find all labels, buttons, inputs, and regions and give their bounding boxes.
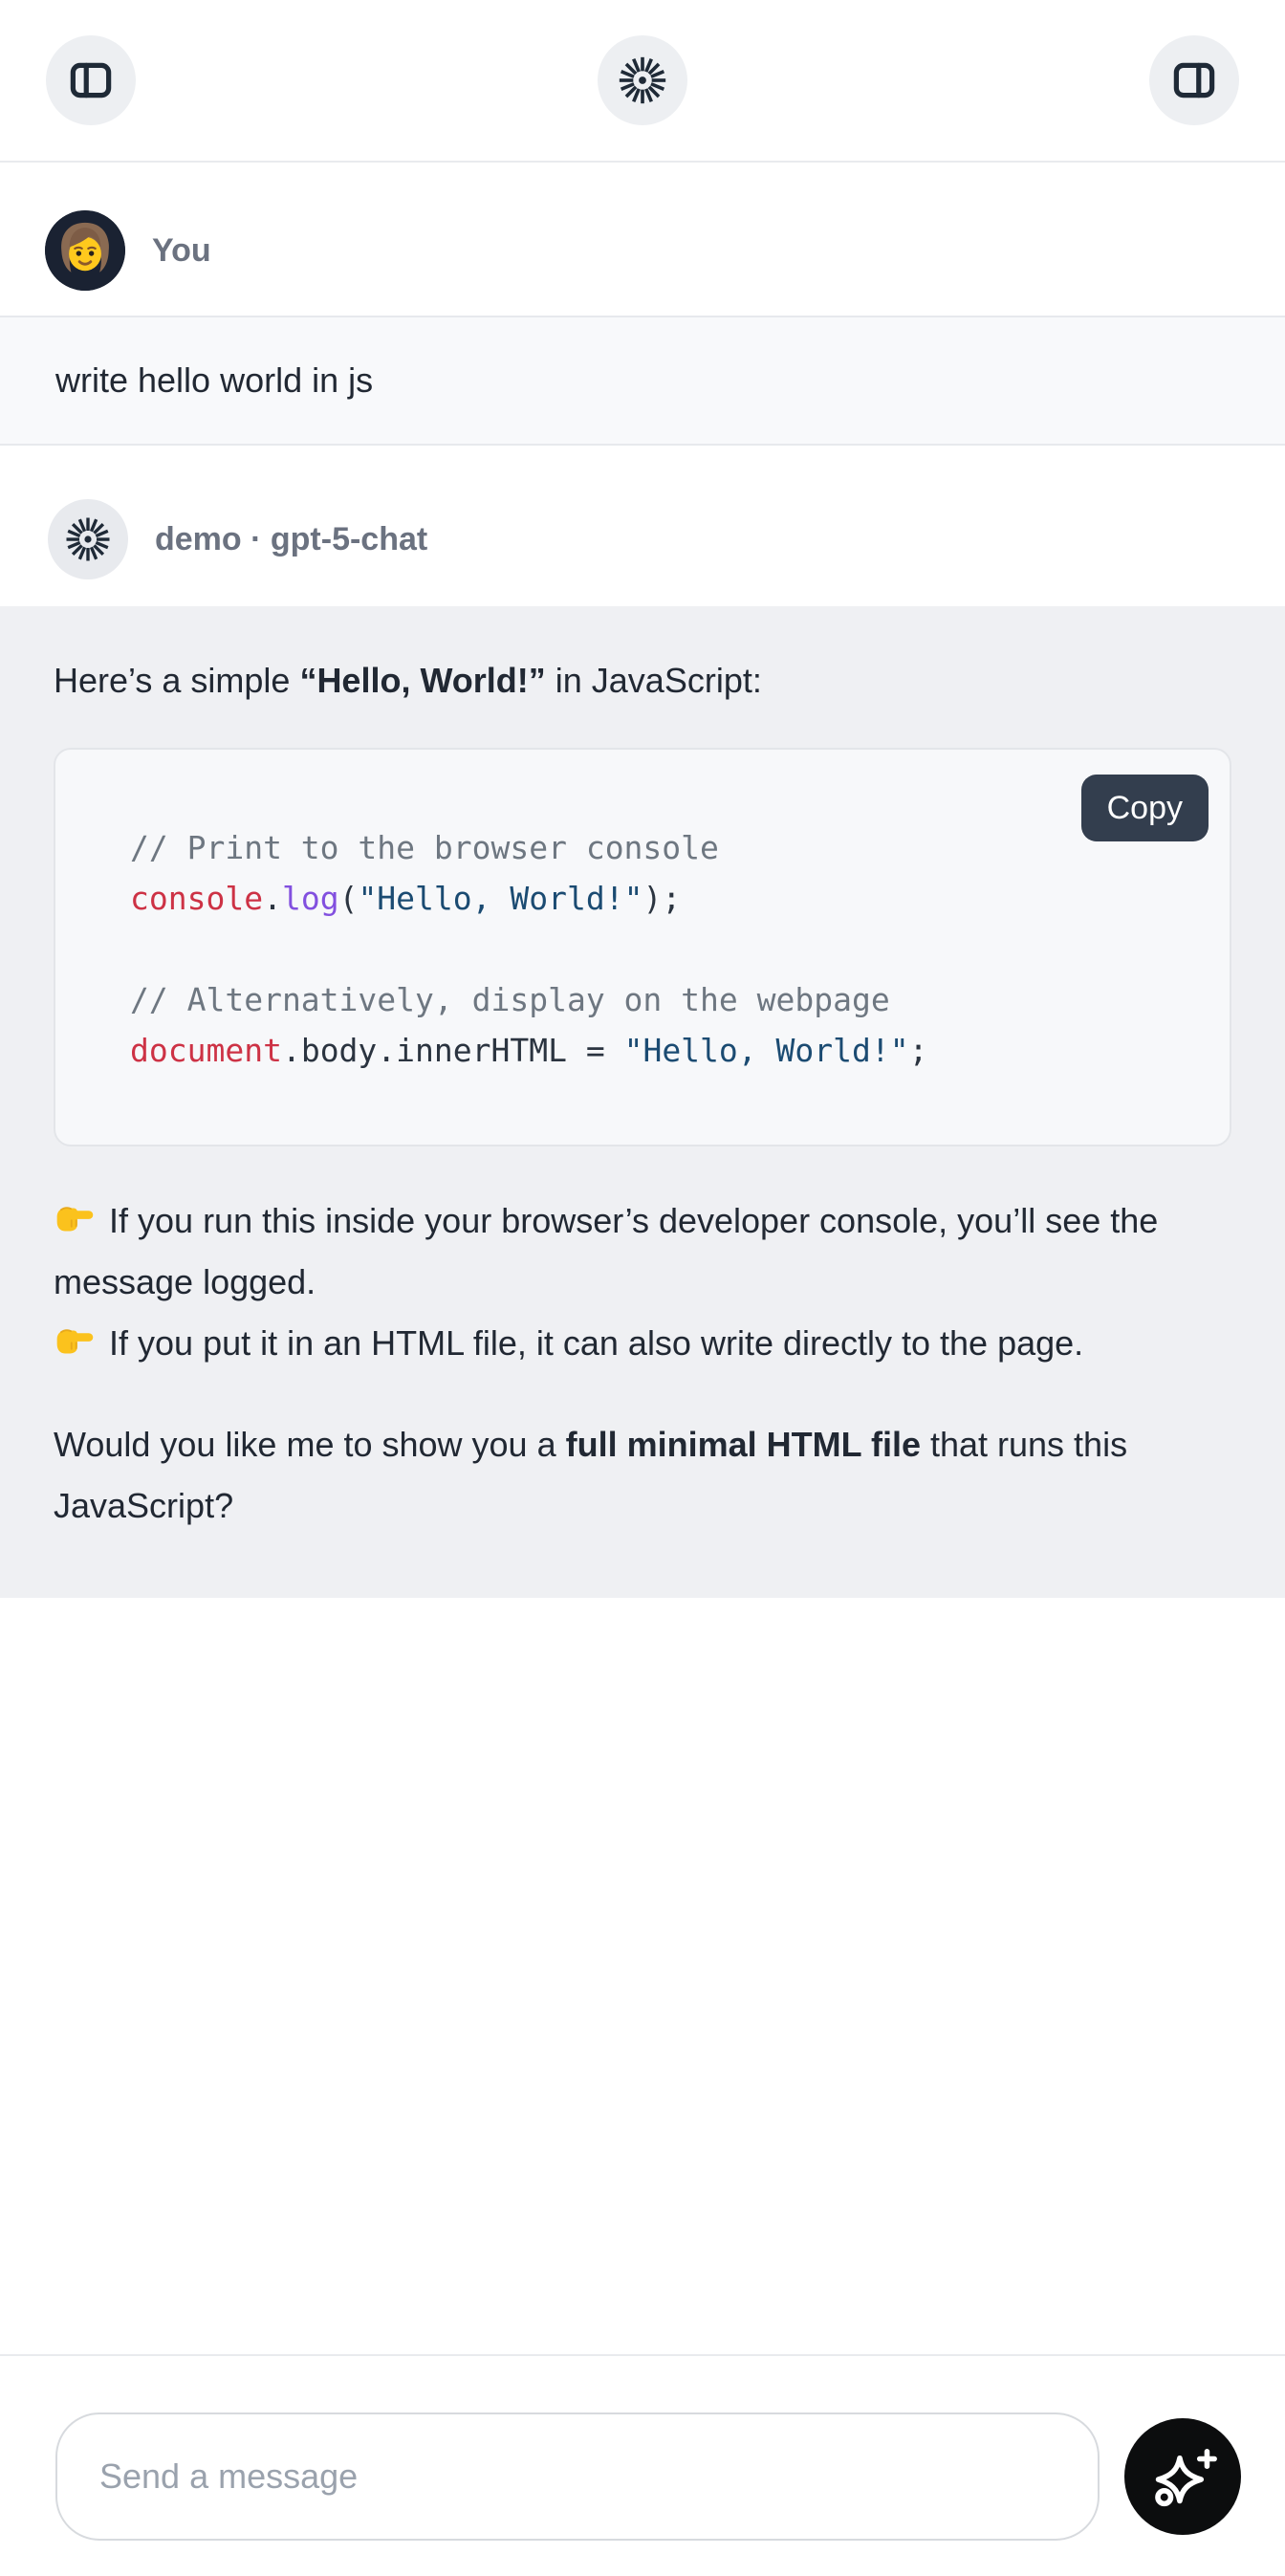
assistant-name: demo · gpt-5-chat (155, 521, 427, 558)
user-avatar (45, 210, 125, 291)
user-message: write hello world in js (0, 316, 1285, 446)
user-name: You (152, 232, 211, 270)
sidebar-toggle-button[interactable] (46, 35, 136, 125)
composer (0, 2354, 1285, 2576)
copy-button[interactable]: Copy (1081, 775, 1209, 841)
app-logo-button[interactable] (598, 35, 687, 125)
assistant-message-header: demo · gpt-5-chat (0, 446, 1285, 606)
right-panel-toggle-button[interactable] (1149, 35, 1239, 125)
assistant-avatar (48, 499, 128, 579)
sparkle-icon (1147, 2441, 1218, 2512)
person-emoji (45, 210, 125, 291)
top-bar (0, 0, 1285, 163)
starburst-logo-icon (615, 53, 670, 108)
send-button[interactable] (1124, 2418, 1241, 2535)
user-message-header: You (0, 163, 1285, 316)
code-block: Copy // Print to the browser consolecons… (54, 748, 1231, 1146)
assistant-message: Here’s a simple “Hello, World!” in JavaS… (0, 606, 1285, 1598)
assistant-paragraph-question: Would you like me to show you a full min… (54, 1414, 1182, 1537)
chat-transcript: You write hello world in js demo · gpt- (0, 163, 1285, 2354)
panel-right-icon (1169, 55, 1219, 105)
user-message-text: write hello world in js (55, 360, 373, 401)
assistant-paragraph-tips: If you run this inside your browser’s de… (54, 1190, 1182, 1374)
pointing-right-emoji (54, 1197, 96, 1239)
message-input[interactable] (55, 2412, 1100, 2541)
starburst-icon (62, 513, 114, 565)
panel-left-icon (66, 55, 116, 105)
assistant-intro-text: Here’s a simple “Hello, World!” in JavaS… (54, 650, 1231, 711)
code-content: // Print to the browser consoleconsole.l… (130, 822, 1191, 1076)
pointing-right-emoji (54, 1320, 96, 1362)
